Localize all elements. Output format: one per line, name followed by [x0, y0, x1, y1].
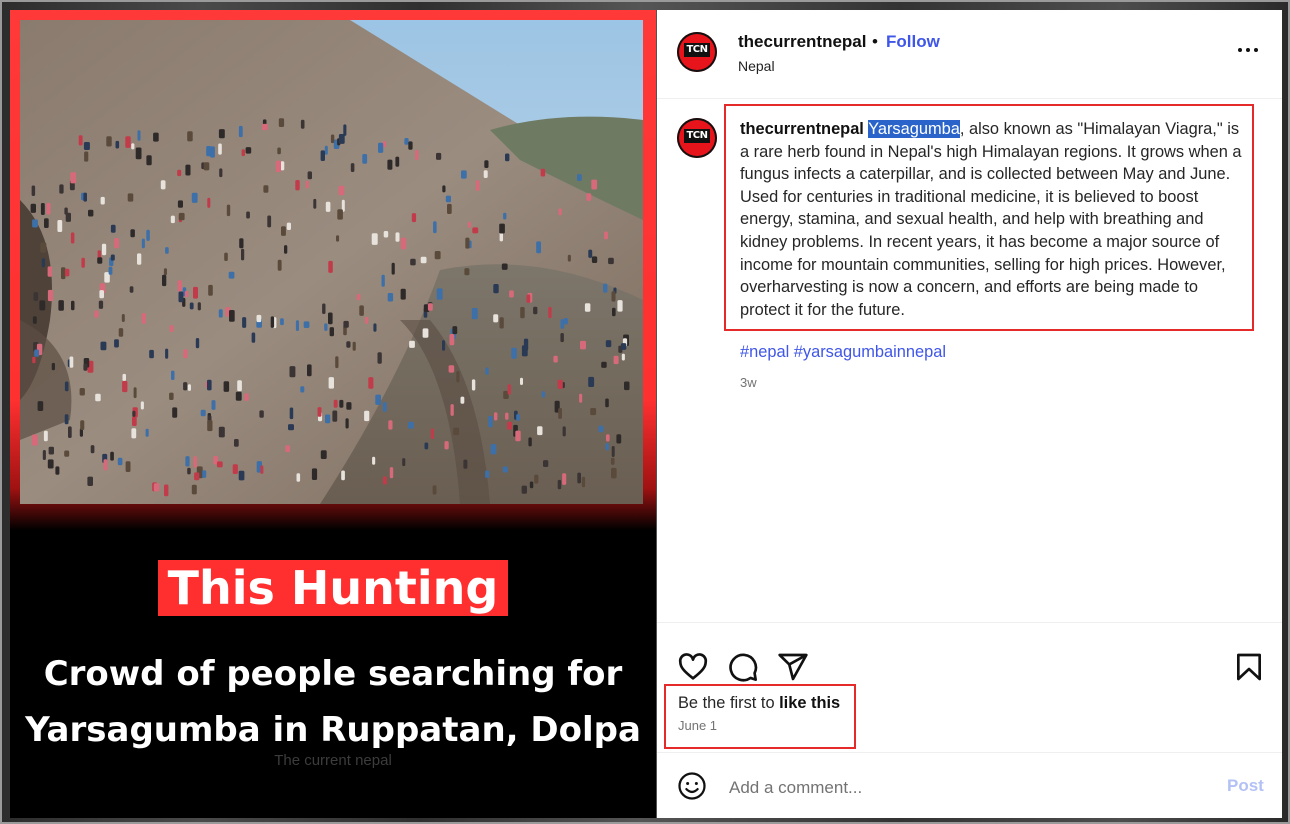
comment-input[interactable] [727, 773, 1201, 803]
separator-dot: • [872, 32, 878, 51]
comment-icon[interactable] [727, 651, 759, 683]
post-comment-button[interactable]: Post [1227, 776, 1264, 796]
more-options-icon[interactable] [1232, 38, 1264, 62]
post-date: June 1 [678, 718, 718, 733]
post-media[interactable]: This Hunting Crowd of people searching f… [10, 10, 656, 818]
action-bar [657, 622, 1282, 683]
bookmark-icon[interactable] [1233, 651, 1265, 683]
media-headline: This Hunting [10, 560, 656, 616]
caption-avatar[interactable]: TCN [677, 118, 717, 158]
avatar[interactable]: TCN [677, 32, 717, 72]
hashtag-link[interactable]: #nepal [740, 343, 789, 361]
post-header: TCN thecurrentnepal • Follow Nepal [657, 10, 1282, 99]
post-caption: thecurrentnepal Yarsagumba, also known a… [740, 118, 1245, 321]
post-photo [20, 20, 643, 504]
share-icon[interactable] [777, 651, 809, 683]
selected-text: Yarsagumba [868, 120, 960, 138]
hashtags: #nepal #yarsagumbainnepal [740, 343, 946, 362]
likes-count[interactable]: Be the first to like this [678, 694, 840, 713]
heart-icon[interactable] [677, 651, 709, 683]
media-watermark: The current nepal [274, 752, 392, 769]
comment-bar: Post [657, 752, 1282, 819]
caption-body: , also known as "Himalayan Viagra," is a… [740, 120, 1242, 319]
caption-username[interactable]: thecurrentnepal [740, 120, 864, 138]
emoji-icon[interactable] [677, 771, 707, 801]
post-age: 3w [740, 375, 757, 390]
post-location[interactable]: Nepal [738, 58, 775, 74]
follow-button[interactable]: Follow [886, 32, 940, 52]
author-username[interactable]: thecurrentnepal [738, 32, 866, 52]
hashtag-link[interactable]: #yarsagumbainnepal [794, 343, 946, 361]
media-subtitle: Crowd of people searching for Yarsagumba… [25, 654, 641, 750]
post-panel: TCN thecurrentnepal • Follow Nepal TCN t… [657, 10, 1282, 818]
